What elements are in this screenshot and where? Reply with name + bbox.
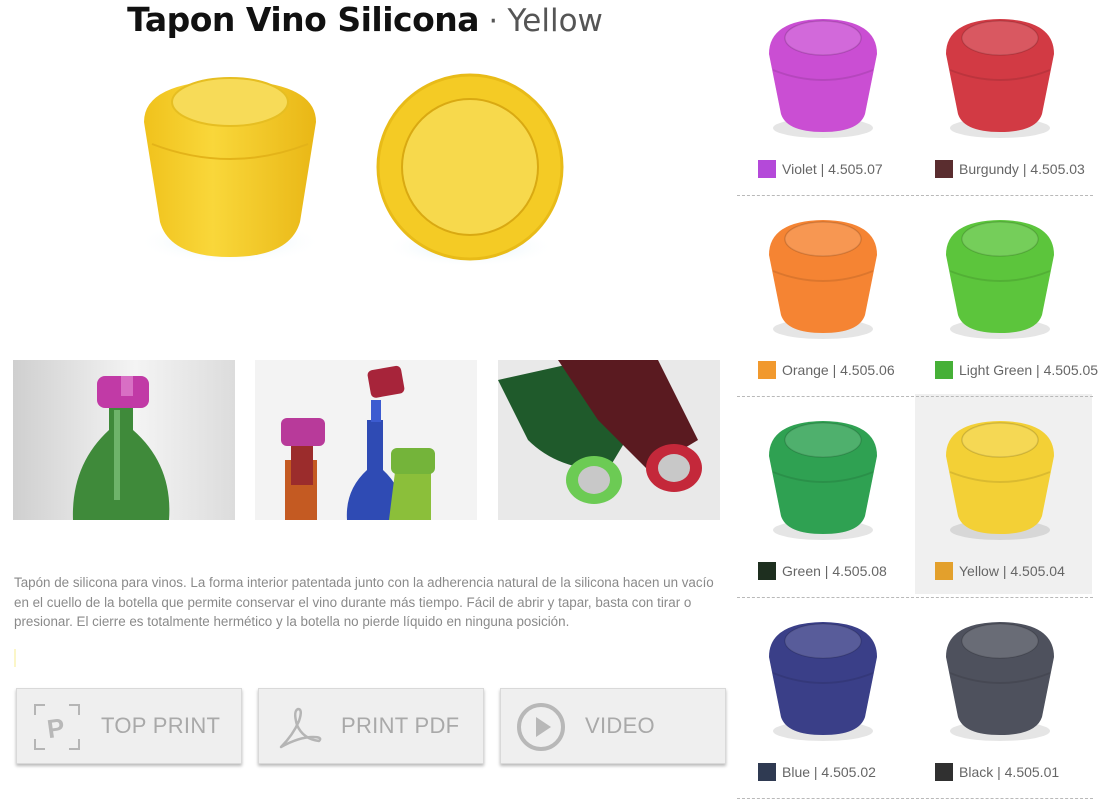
swatch-label: Yellow | 4.505.04	[959, 563, 1065, 579]
swatch-row-divider	[737, 597, 1093, 598]
stopper-thumbnail	[946, 19, 1054, 138]
color-chip	[758, 562, 776, 580]
swatch-row-divider	[737, 396, 1093, 397]
stopper-thumbnail	[769, 622, 877, 741]
product-name: Tapon Vino Silicona	[127, 0, 480, 39]
swatch-label: Black | 4.505.01	[959, 764, 1060, 780]
text-cursor-highlight	[14, 649, 16, 667]
print-pdf-button[interactable]: PRINT PDF	[258, 688, 484, 764]
gallery-photo-1[interactable]	[13, 360, 235, 520]
color-chip	[935, 160, 953, 178]
stopper-thumbnail	[769, 220, 877, 339]
page-title: Tapon Vino Silicona · Yellow	[0, 0, 730, 40]
color-swatch[interactable]: Light Green | 4.505.05	[915, 193, 1098, 393]
top-print-button[interactable]: P TOP PRINT	[16, 688, 242, 764]
swatch-label: Orange | 4.505.06	[782, 362, 895, 378]
swatch-row-divider	[737, 798, 1093, 799]
gallery-photo-2[interactable]	[255, 360, 477, 520]
color-swatch[interactable]: Orange | 4.505.06	[738, 193, 915, 393]
stopper-thumbnail	[769, 19, 877, 138]
color-chip	[935, 763, 953, 781]
color-chip	[758, 763, 776, 781]
swatch-label: Green | 4.505.08	[782, 563, 887, 579]
color-swatch[interactable]: Yellow | 4.505.04	[915, 394, 1092, 594]
product-hero-image	[130, 62, 590, 282]
product-description: Tapón de silicona para vinos. La forma i…	[14, 575, 714, 629]
swatch-label: Burgundy | 4.505.03	[959, 161, 1085, 177]
play-icon	[515, 701, 567, 753]
gallery-photo-3[interactable]	[498, 360, 720, 520]
swatch-row-divider	[737, 195, 1093, 196]
swatch-label: Blue | 4.505.02	[782, 764, 876, 780]
print-p-icon: P	[31, 701, 83, 753]
color-swatch[interactable]: Blue | 4.505.02	[738, 595, 915, 795]
print-pdf-label: PRINT PDF	[341, 713, 460, 738]
pdf-icon	[273, 701, 325, 753]
color-chip	[758, 361, 776, 379]
video-label: VIDEO	[585, 713, 655, 738]
swatch-label: Light Green | 4.505.05	[959, 362, 1099, 378]
color-chip	[758, 160, 776, 178]
svg-text:P: P	[45, 712, 66, 744]
color-swatch[interactable]: Green | 4.505.08	[738, 394, 915, 594]
swatch-label: Violet | 4.505.07	[782, 161, 883, 177]
stopper-thumbnail	[946, 421, 1054, 540]
color-chip	[935, 361, 953, 379]
title-separator: ·	[488, 4, 499, 39]
color-chip	[935, 562, 953, 580]
color-swatch[interactable]: Black | 4.505.01	[915, 595, 1092, 795]
stopper-thumbnail	[946, 622, 1054, 741]
video-button[interactable]: VIDEO	[500, 688, 726, 764]
stopper-thumbnail	[946, 220, 1054, 339]
product-variant: Yellow	[507, 3, 603, 39]
stopper-thumbnail	[769, 421, 877, 540]
color-swatch[interactable]: Violet | 4.505.07	[738, 0, 915, 192]
top-print-label: TOP PRINT	[101, 713, 221, 738]
color-swatch[interactable]: Burgundy | 4.505.03	[915, 0, 1092, 192]
